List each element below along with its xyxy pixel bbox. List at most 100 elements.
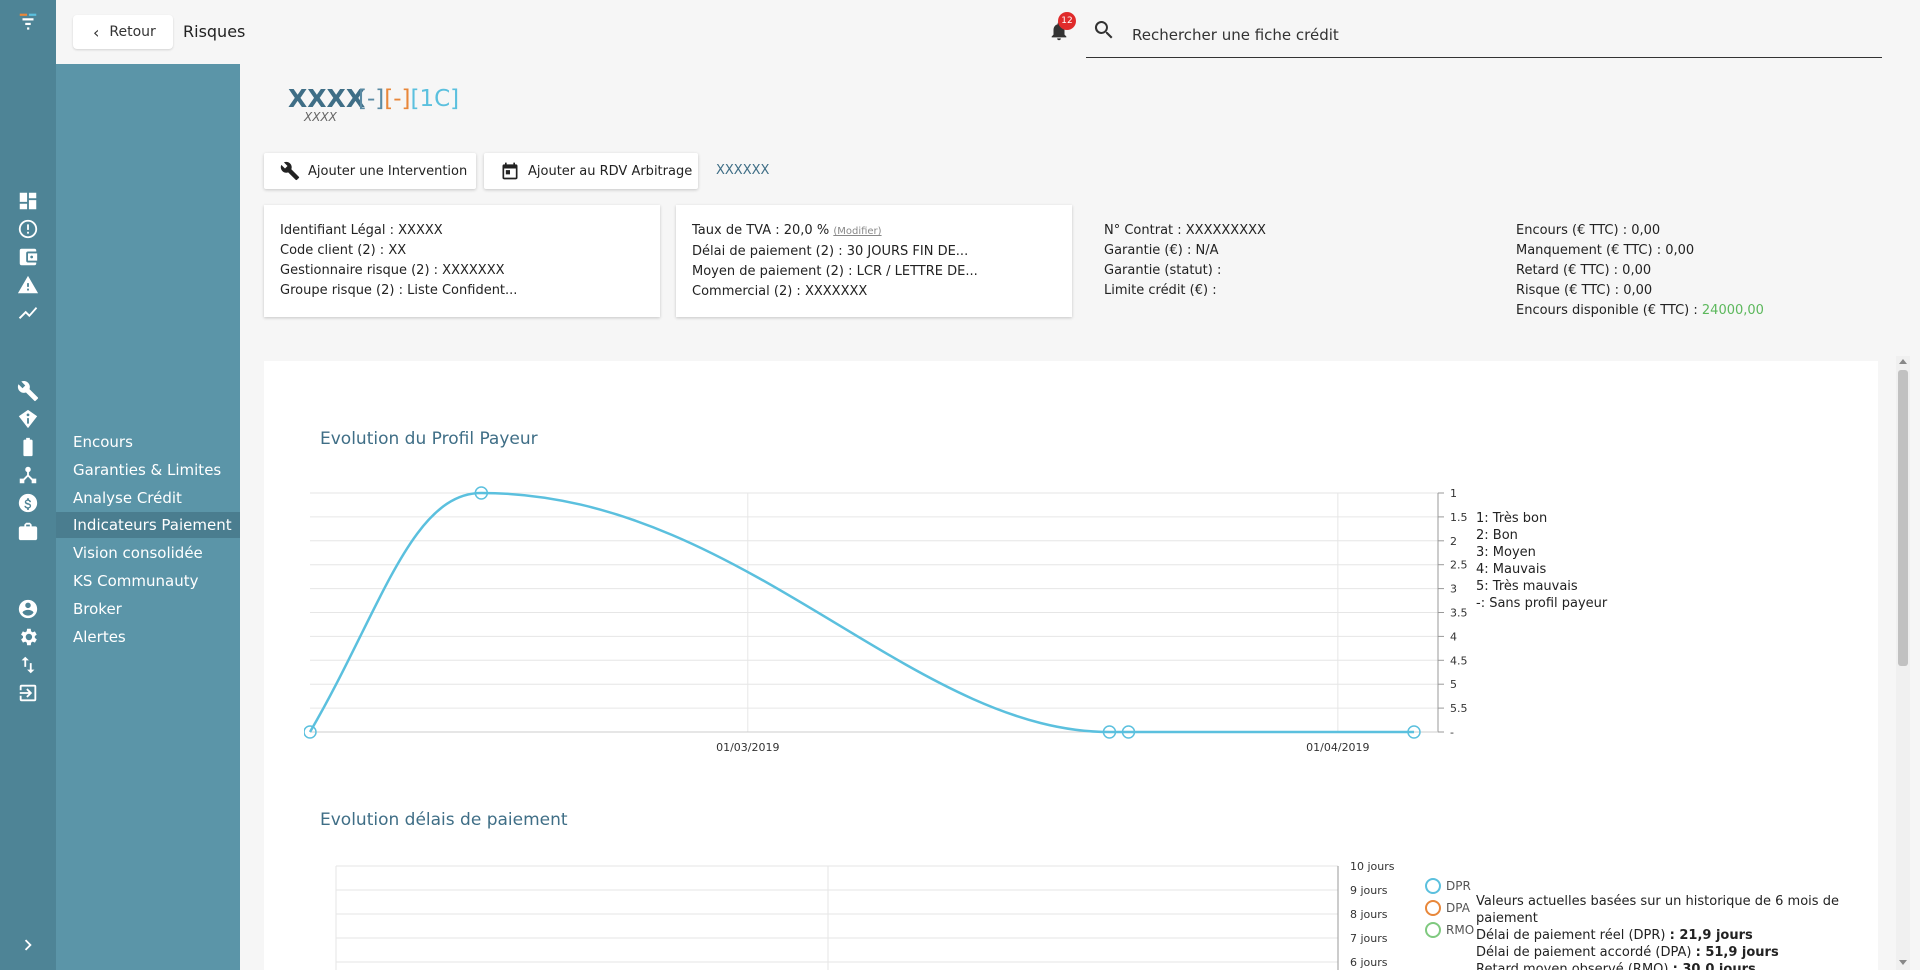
gear-icon[interactable] <box>15 624 41 650</box>
stats-line: Retard moyen observé (RMO) : 30,0 jours <box>1476 962 1756 970</box>
info-line: Garantie (€) : N/A <box>1104 243 1219 258</box>
battery-icon[interactable] <box>15 434 41 460</box>
entity-name: XXXX <box>288 84 366 113</box>
stats-line: Délai de paiement réel (DPR) : 21,9 jour… <box>1476 928 1753 943</box>
info-line: Gestionnaire risque (2) : XXXXXXX <box>280 263 505 278</box>
info-line: Encours disponible (€ TTC) : 24000,00 <box>1516 303 1764 318</box>
tag-1: [-] <box>358 86 385 112</box>
entity-subname: XXXX <box>304 110 337 124</box>
legend-marker <box>1425 922 1441 938</box>
info-line: Délai de paiement (2) : 30 JOURS FIN DE.… <box>692 244 969 259</box>
logo-icon[interactable] <box>15 8 41 34</box>
network-icon[interactable] <box>15 462 41 488</box>
info-line: Retard (€ TTC) : 0,00 <box>1516 263 1652 278</box>
stats-line: Délai de paiement accordé (DPA) : 51,9 j… <box>1476 945 1779 960</box>
chart-title-delais: Evolution délais de paiement <box>320 810 568 830</box>
sidebar-item-alertes[interactable]: Alertes <box>56 624 240 650</box>
dashboard-icon[interactable] <box>15 188 41 214</box>
page-title: Risques <box>183 22 246 41</box>
wrench-icon[interactable] <box>15 378 41 404</box>
sidebar-item-encours[interactable]: Encours <box>56 429 240 455</box>
briefcase-icon[interactable] <box>15 518 41 544</box>
legend-line: 2: Bon <box>1476 528 1518 543</box>
profil-payeur-chart: 1 1.5 2 2.5 3 3.5 4 4.5 5 5.5 - 01/03/2019 01/04/201… <box>304 486 1468 754</box>
sidebar-item-ks[interactable]: KS Communauty <box>56 568 240 594</box>
tag-3: [1C] <box>410 86 460 112</box>
scrollbar[interactable] <box>1896 356 1910 970</box>
search-input[interactable] <box>1132 22 1832 48</box>
y-tick-label: 6 jours <box>1350 956 1388 969</box>
scroll-thumb[interactable] <box>1898 370 1908 666</box>
info-line: Code client (2) : XX <box>280 243 407 258</box>
delais-stats: Valeurs actuelles basées sur un historiq… <box>1476 893 1856 970</box>
legend-marker <box>1425 878 1441 894</box>
stats-heading: Valeurs actuelles basées sur un historiq… <box>1476 894 1839 926</box>
y-tick-label: 10 jours <box>1350 860 1395 873</box>
header-link[interactable]: XXXXXX <box>716 163 769 178</box>
transfer-icon[interactable] <box>15 652 41 678</box>
info-line: Risque (€ TTC) : 0,00 <box>1516 283 1653 298</box>
legend-marker <box>1425 900 1441 916</box>
x-tick-label: 01/03/2019 <box>716 741 779 754</box>
add-rdv-label: Ajouter au RDV Arbitrage <box>528 163 693 179</box>
legend-line: 5: Très mauvais <box>1476 579 1578 594</box>
gift-icon[interactable] <box>15 406 41 432</box>
y-tick-label: 7 jours <box>1350 932 1388 945</box>
search-icon[interactable] <box>1092 18 1118 44</box>
legend-label: DPR <box>1446 879 1471 893</box>
sidebar-item-analyse[interactable]: Analyse Crédit <box>56 485 240 511</box>
info-contract: N° Contrat : XXXXXXXXX Garantie (€) : N/… <box>1104 205 1266 317</box>
modify-link[interactable]: (Modifier) <box>833 226 881 237</box>
scroll-up-icon[interactable] <box>1899 359 1907 364</box>
info-line: Limite crédit (€) : <box>1104 283 1217 298</box>
y-tick-label: 4.5 <box>1450 654 1468 667</box>
y-tick-label: 2 <box>1450 535 1457 548</box>
dollar-icon[interactable] <box>15 490 41 516</box>
info-amounts: Encours (€ TTC) : 0,00 Manquement (€ TTC… <box>1516 205 1764 337</box>
y-tick-label: 8 jours <box>1350 908 1388 921</box>
sidebar-item-broker[interactable]: Broker <box>56 596 240 622</box>
legend-label: RMO <box>1446 923 1474 937</box>
available-amount: 24000,00 <box>1701 303 1764 318</box>
profil-legend: 1: Très bon 2: Bon 3: Moyen 4: Mauvais 5… <box>1476 510 1607 612</box>
sidebar-item-vision[interactable]: Vision consolidée <box>56 540 240 566</box>
info-card-payment: Taux de TVA : 20,0 % (Modifier) Délai de… <box>676 205 1072 317</box>
icon-rail <box>0 0 56 970</box>
logout-icon[interactable] <box>15 680 41 706</box>
y-tick-label: 9 jours <box>1350 884 1388 897</box>
back-button[interactable]: ‹ Retour <box>73 15 173 49</box>
sidebar-item-indicateurs[interactable]: Indicateurs Paiement <box>56 512 240 538</box>
y-tick-label: 5 <box>1450 678 1457 691</box>
back-label: Retour <box>109 24 156 40</box>
info-line: Encours (€ TTC) : 0,00 <box>1516 223 1661 238</box>
info-line: Groupe risque (2) : Liste Confident... <box>280 283 518 298</box>
account-icon[interactable] <box>15 596 41 622</box>
chart-title-profil: Evolution du Profil Payeur <box>320 429 538 449</box>
alert-circle-icon[interactable] <box>15 216 41 242</box>
notification-badge: 12 <box>1058 12 1076 30</box>
trend-icon[interactable] <box>15 300 41 326</box>
info-line: Moyen de paiement (2) : LCR / LETTRE DE.… <box>692 264 978 279</box>
scroll-down-icon[interactable] <box>1899 960 1907 965</box>
expand-icon[interactable] <box>15 932 41 958</box>
legend-line: 3: Moyen <box>1476 545 1536 560</box>
info-line: Manquement (€ TTC) : 0,00 <box>1516 243 1695 258</box>
info-line: Garantie (statut) : <box>1104 263 1222 278</box>
y-tick-label: 5.5 <box>1450 702 1468 715</box>
warning-icon[interactable] <box>15 272 41 298</box>
sidebar-item-garanties[interactable]: Garanties & Limites <box>56 457 240 483</box>
y-tick-label: - <box>1450 726 1454 739</box>
delais-chart: 10 jours 9 jours 8 jours 7 jours 6 jours DPR D… <box>335 860 1474 970</box>
x-tick-label: 01/04/2019 <box>1306 741 1369 754</box>
top-bar: ‹ Retour Risques 12 <box>56 0 1920 64</box>
wallet-icon[interactable] <box>15 244 41 270</box>
calendar-icon <box>502 162 518 180</box>
add-rdv-button[interactable]: Ajouter au RDV Arbitrage <box>484 153 698 189</box>
add-intervention-button[interactable]: Ajouter une Intervention <box>264 153 476 189</box>
legend-label: DPA <box>1446 901 1471 915</box>
info-card-client: Identifiant Légal : XXXXX Code client (2… <box>264 205 660 317</box>
y-tick-label: 2.5 <box>1450 559 1468 572</box>
tag-2: [-] <box>384 86 411 112</box>
y-tick-label: 1 <box>1450 487 1457 500</box>
wrench-icon <box>280 161 300 181</box>
